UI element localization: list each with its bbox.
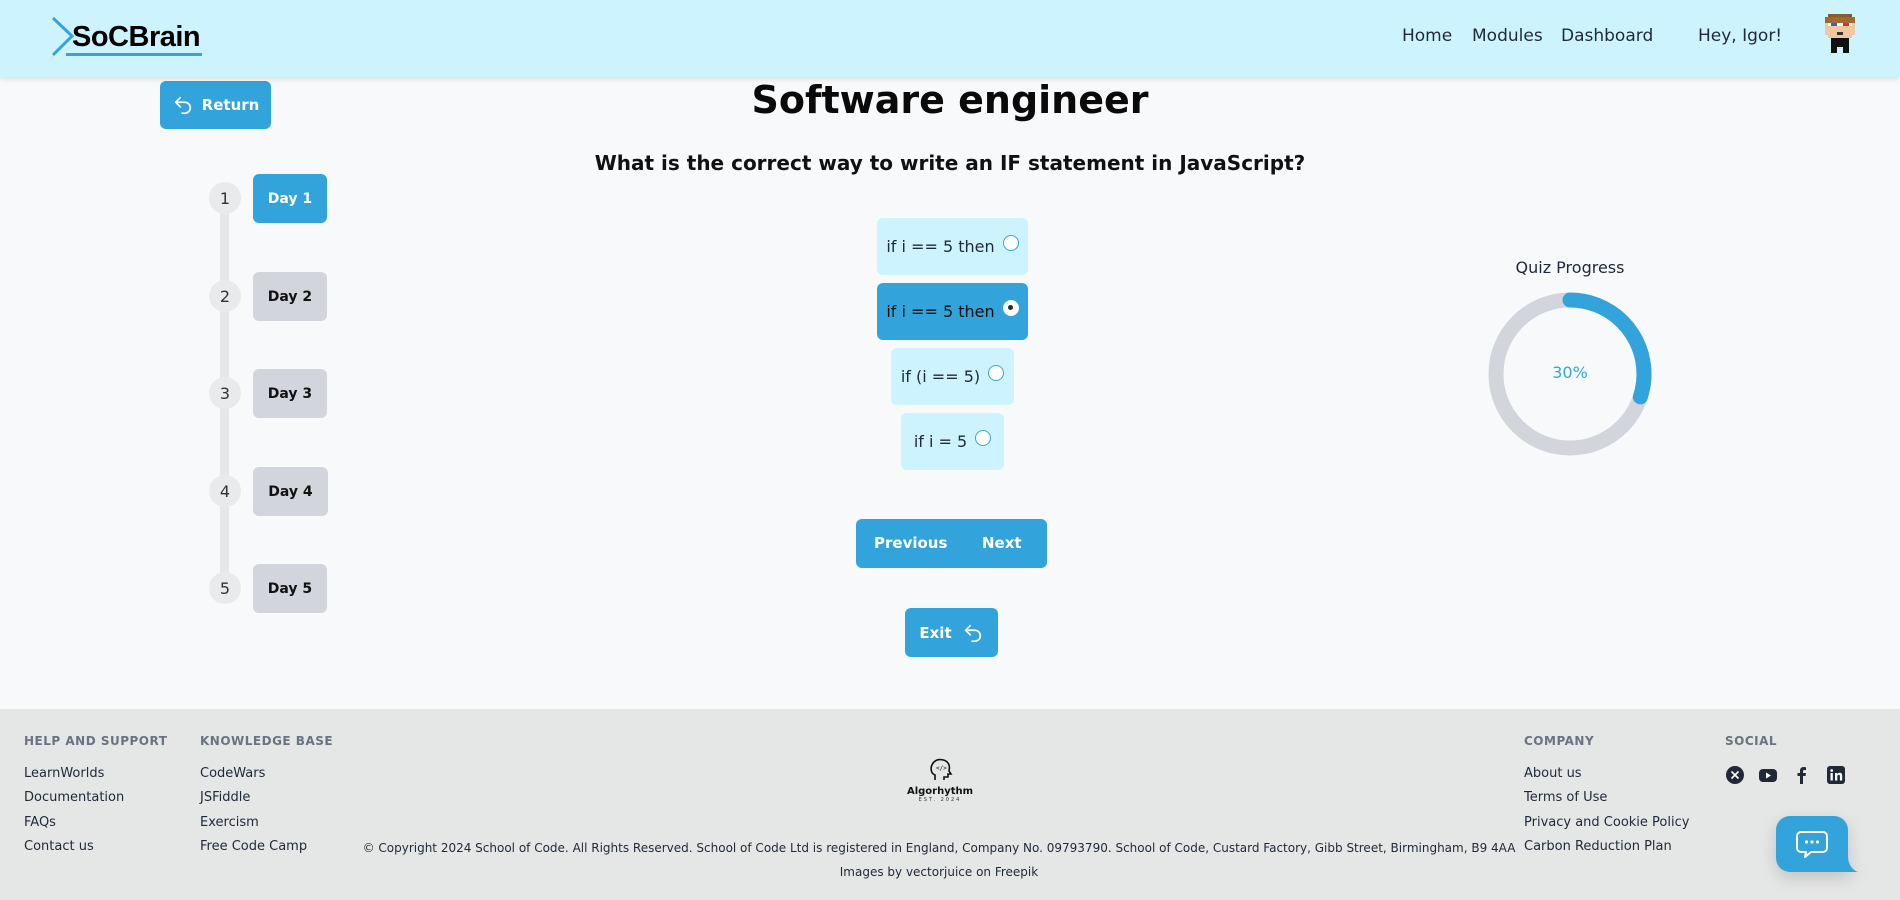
footer-link-carbon[interactable]: Carbon Reduction Plan — [1524, 839, 1672, 854]
facebook-icon[interactable] — [1792, 765, 1812, 785]
day-5-button[interactable]: Day 5 — [253, 564, 327, 613]
undo-arrow-icon — [964, 624, 981, 642]
youtube-icon[interactable] — [1758, 765, 1778, 785]
exit-label: Exit — [919, 623, 952, 642]
user-greeting: Hey, Igor! — [1698, 26, 1783, 46]
footer-link-learnworlds[interactable]: LearnWorlds — [24, 766, 104, 781]
quiz-progress-label: Quiz Progress — [1515, 258, 1625, 277]
step-number-2: 2 — [209, 280, 241, 312]
step-number-5: 5 — [209, 572, 241, 604]
quiz-pagination: Previous Next — [856, 519, 1047, 568]
socbrain-logo[interactable]: SoCBrain — [50, 16, 205, 58]
footer-link-exercism[interactable]: Exercism — [200, 815, 259, 830]
algorhythm-logo: </> Algorhythm EST. 2024 — [905, 758, 975, 806]
footer-link-privacy[interactable]: Privacy and Cookie Policy — [1524, 815, 1689, 830]
footer-link-codewars[interactable]: CodeWars — [200, 766, 265, 781]
chat-support-button[interactable] — [1776, 816, 1858, 874]
footer-link-documentation[interactable]: Documentation — [24, 790, 124, 805]
footer-link-faqs[interactable]: FAQs — [24, 815, 56, 830]
logo-underline — [66, 53, 202, 56]
radio-button[interactable] — [988, 364, 1005, 381]
svg-text:</>: </> — [936, 765, 947, 772]
footer-link-terms[interactable]: Terms of Use — [1524, 790, 1607, 805]
step-number-3: 3 — [209, 377, 241, 409]
radio-button-checked[interactable] — [1002, 299, 1019, 316]
day-1-button[interactable]: Day 1 — [253, 174, 327, 223]
footer-heading-social: SOCIAL — [1725, 734, 1778, 748]
brand-tagline: EST. 2024 — [918, 797, 962, 803]
brand-name: Algorhythm — [906, 786, 974, 797]
answer-option-1[interactable]: if i == 5 then — [877, 218, 1028, 275]
radio-button[interactable] — [1002, 234, 1019, 251]
nav-modules[interactable]: Modules — [1472, 26, 1543, 46]
footer-link-jsfiddle[interactable]: JSFiddle — [200, 790, 250, 805]
image-credits: Images by vectorjuice on Freepik — [839, 865, 1039, 879]
site-header: SoCBrain Home Modules Dashboard Hey, Igo… — [0, 0, 1900, 77]
footer-heading-company: COMPANY — [1524, 734, 1595, 748]
answer-option-3[interactable]: if (i == 5) — [891, 348, 1014, 405]
next-button[interactable]: Next — [982, 534, 1022, 552]
head-code-icon: </> — [930, 758, 953, 780]
day-3-button[interactable]: Day 3 — [253, 369, 327, 418]
option-label: if i == 5 then — [886, 302, 995, 321]
nav-dashboard[interactable]: Dashboard — [1561, 26, 1653, 46]
avatar[interactable] — [1822, 14, 1858, 56]
logo-text: SoCBrain — [72, 21, 201, 53]
answer-option-4[interactable]: if i = 5 — [901, 413, 1004, 470]
day-4-button[interactable]: Day 4 — [253, 467, 328, 516]
linkedin-icon[interactable] — [1826, 765, 1846, 785]
footer-heading-help: HELP AND SUPPORT — [24, 734, 168, 748]
page-title: Software engineer — [751, 78, 1149, 122]
radio-button[interactable] — [975, 429, 992, 446]
x-twitter-icon[interactable] — [1725, 765, 1745, 785]
exit-button[interactable]: Exit — [905, 608, 998, 657]
previous-button[interactable]: Previous — [874, 534, 947, 552]
step-number-4: 4 — [209, 475, 241, 507]
answer-option-2[interactable]: if i == 5 then — [877, 283, 1028, 340]
option-label: if i = 5 — [913, 432, 968, 451]
quiz-progress-value: 30% — [1552, 363, 1588, 382]
footer-heading-knowledge: KNOWLEDGE BASE — [200, 734, 334, 748]
option-label: if (i == 5) — [900, 367, 981, 386]
day-2-button[interactable]: Day 2 — [253, 272, 327, 321]
quiz-question: What is the correct way to write an IF s… — [594, 151, 1306, 175]
step-number-1: 1 — [209, 182, 241, 214]
option-label: if i == 5 then — [886, 237, 995, 256]
footer-link-about[interactable]: About us — [1524, 766, 1582, 781]
nav-home[interactable]: Home — [1402, 26, 1452, 46]
